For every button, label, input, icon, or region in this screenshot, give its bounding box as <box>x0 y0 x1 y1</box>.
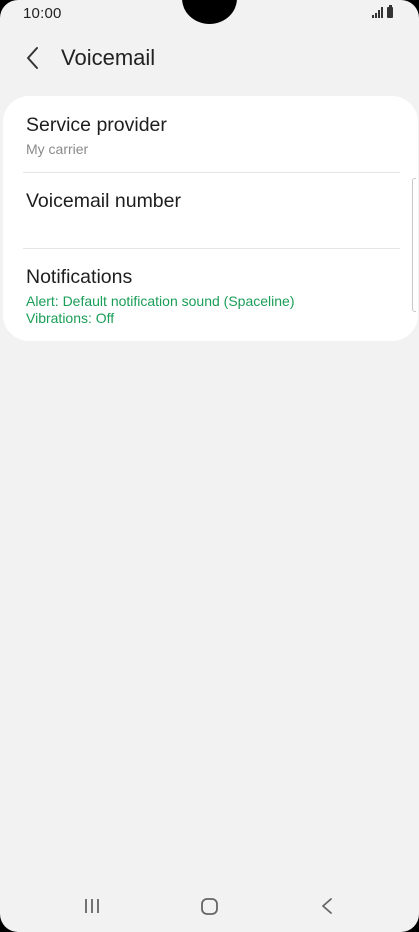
signal-icon <box>372 7 383 18</box>
notification-alert-text: Alert: Default notification sound (Space… <box>26 293 295 309</box>
settings-card: Service provider My carrier Voicemail nu… <box>3 96 418 341</box>
status-icons <box>372 5 393 18</box>
page-title: Voicemail <box>61 45 156 70</box>
status-bar: 10:00 <box>0 0 419 28</box>
status-time: 10:00 <box>23 5 62 22</box>
nav-bar <box>0 884 419 930</box>
recents-icon <box>85 899 99 913</box>
setting-service-provider[interactable]: Service provider My carrier <box>3 96 418 172</box>
nav-back-button[interactable] <box>297 884 357 930</box>
setting-title: Service provider <box>26 114 167 136</box>
recents-button[interactable] <box>62 884 122 930</box>
scrollbar[interactable] <box>412 178 416 312</box>
camera-notch <box>182 0 237 24</box>
home-icon <box>201 898 218 915</box>
back-button[interactable] <box>18 42 50 74</box>
battery-icon <box>387 5 393 18</box>
home-button[interactable] <box>179 884 239 930</box>
back-icon <box>322 898 332 914</box>
notification-vibration-text: Vibrations: Off <box>26 310 115 326</box>
setting-subtitle: My carrier <box>26 141 89 157</box>
screen: 10:00 Voicemail Service provider My carr… <box>0 0 419 932</box>
setting-title: Notifications <box>26 266 133 288</box>
setting-title: Voicemail number <box>26 190 181 212</box>
setting-voicemail-number[interactable]: Voicemail number <box>3 173 418 248</box>
app-header: Voicemail <box>0 36 419 80</box>
setting-notifications[interactable]: Notifications Alert: Default notificatio… <box>3 249 418 341</box>
chevron-left-icon <box>27 47 38 69</box>
